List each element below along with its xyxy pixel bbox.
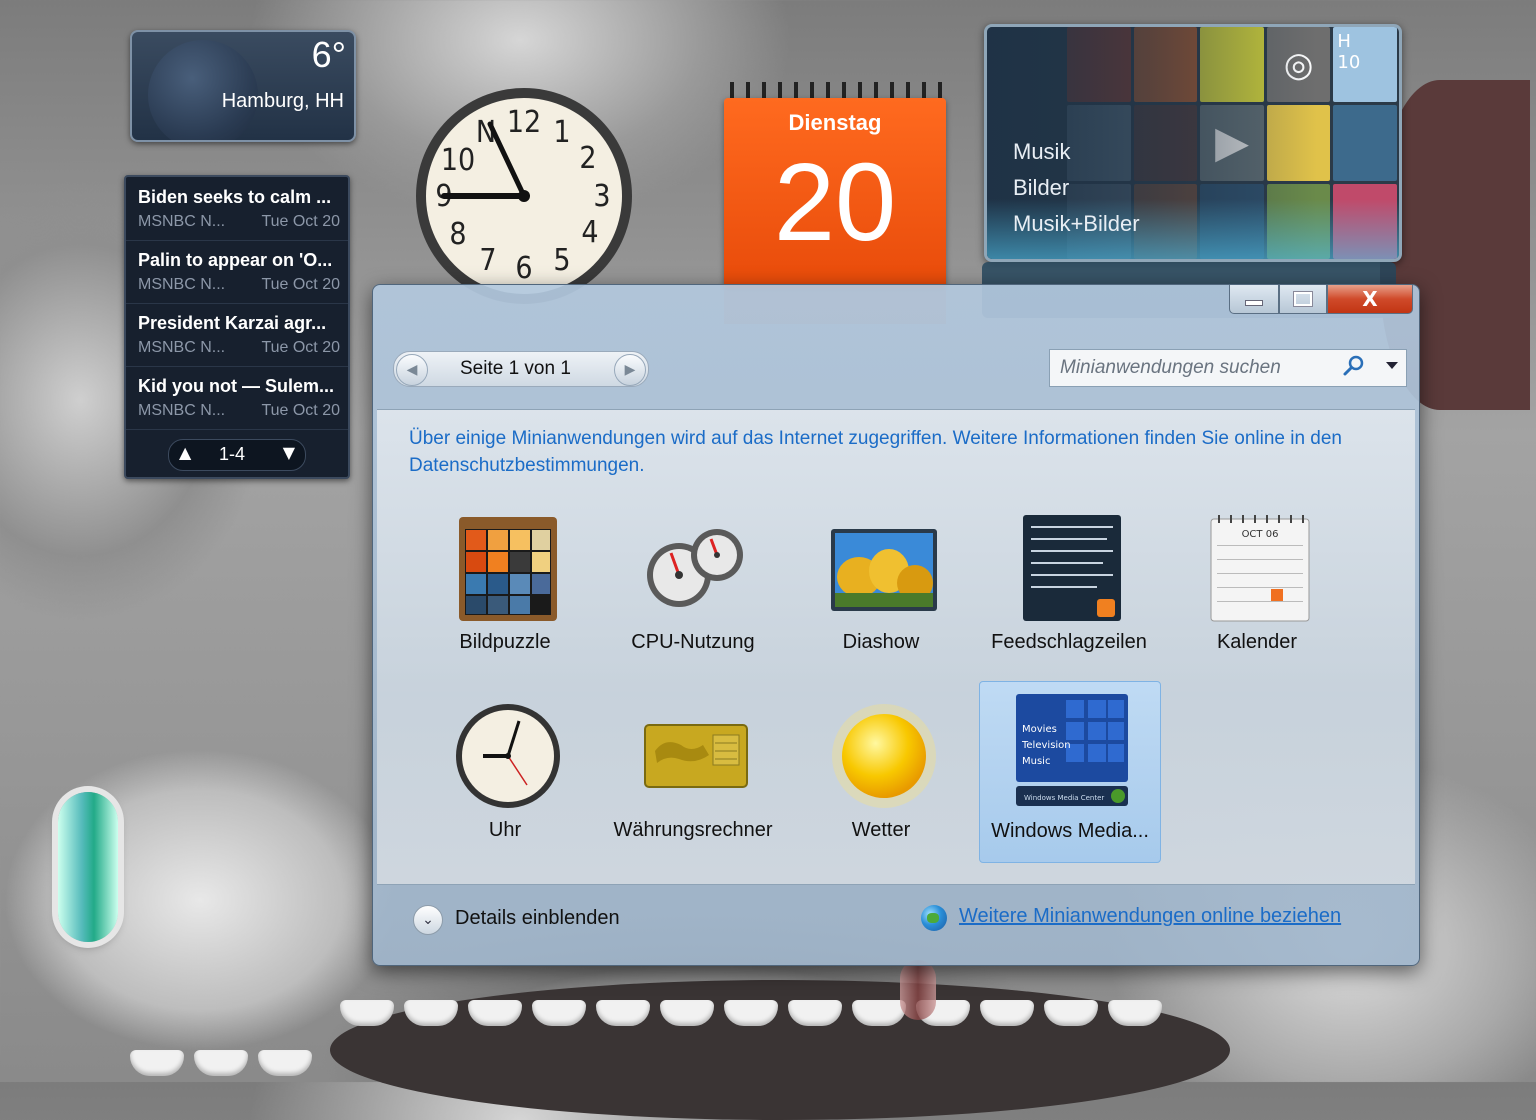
feed-item-date: Tue Oct 20	[261, 402, 340, 419]
chevron-down-icon[interactable]: ⌄	[413, 905, 443, 935]
previous-page-button[interactable]: ◀	[396, 354, 428, 386]
feed-item-title: President Karzai agr...	[138, 313, 327, 333]
gadget-calendar[interactable]: OCT 06 Kalender	[1167, 501, 1347, 677]
gadget-weather[interactable]: Wetter	[791, 689, 971, 865]
calendar-weekday: Dienstag	[788, 110, 882, 135]
calendar-day: 20	[773, 141, 897, 264]
media-label-pictures[interactable]: Bilder	[1013, 175, 1069, 201]
media-icon-television: Television	[1021, 740, 1071, 751]
search-input[interactable]: Minianwendungen suchen	[1060, 357, 1281, 379]
online-gadgets-link[interactable]: Weitere Minianwendungen online beziehen	[959, 905, 1341, 928]
media-label-music-pictures[interactable]: Musik+Bilder	[1013, 211, 1140, 237]
details-label[interactable]: Details einblenden	[455, 907, 620, 930]
gadget-currency[interactable]: Währungsrechner	[603, 689, 783, 865]
media-label-music[interactable]: Musik	[1013, 139, 1070, 165]
media-center-icon: Movies Television Music Windows Media Ce…	[1016, 694, 1128, 806]
next-page-button[interactable]: ▶	[614, 354, 646, 386]
gadget-label: Kalender	[1216, 631, 1298, 653]
gadget-label: CPU-Nutzung	[631, 631, 755, 653]
minimize-button[interactable]	[1229, 285, 1279, 314]
svg-text:7: 7	[479, 243, 496, 278]
svg-text:10: 10	[441, 143, 475, 178]
search-icon[interactable]	[1342, 354, 1366, 378]
feed-headlines-icon	[1023, 515, 1121, 621]
feed-item[interactable]: President Karzai agr... MSNBC N... Tue O…	[126, 303, 348, 367]
media-icon-movies: Movies	[1022, 724, 1057, 735]
gadget-label: Wetter	[851, 819, 911, 841]
feed-item-title: Biden seeks to calm ...	[138, 187, 332, 207]
svg-text:12: 12	[507, 105, 541, 140]
search-dropdown-icon[interactable]	[1386, 362, 1398, 369]
gadget-label: Diashow	[842, 631, 920, 653]
chevron-right-icon: ▶	[624, 362, 636, 378]
feed-item[interactable]: Kid you not — Sulem... MSNBC N... Tue Oc…	[126, 366, 348, 430]
svg-text:8: 8	[449, 217, 466, 252]
maximize-icon	[1293, 291, 1313, 307]
gadget-search-box[interactable]: Minianwendungen suchen	[1049, 349, 1407, 387]
feed-item-date: Tue Oct 20	[261, 339, 340, 356]
gadget-label: Feedschlagzeilen	[991, 631, 1147, 653]
weather-city: Hamburg, HH	[221, 90, 344, 112]
gadget-cpu-meter[interactable]: CPU-Nutzung	[603, 501, 783, 677]
minimize-icon	[1245, 300, 1263, 306]
currency-icon	[644, 724, 748, 788]
clock-icon	[456, 704, 560, 808]
svg-text:2: 2	[579, 141, 596, 176]
slideshow-icon	[831, 529, 937, 611]
maximize-button[interactable]	[1279, 285, 1327, 314]
window-caption-buttons: X	[1229, 285, 1413, 317]
cpu-meter-icon	[647, 529, 743, 607]
feed-item-date: Tue Oct 20	[261, 213, 340, 230]
weather-sun-icon	[832, 704, 936, 808]
feed-next-button[interactable]: ▼	[283, 443, 295, 462]
globe-icon	[921, 905, 947, 931]
page-indicator: Seite 1 von 1	[460, 358, 571, 379]
feed-item-title: Palin to appear on 'O...	[138, 250, 333, 270]
feed-headlines-gadget[interactable]: Biden seeks to calm ... MSNBC N... Tue O…	[124, 175, 350, 479]
svg-text:5: 5	[553, 243, 570, 278]
privacy-info-text[interactable]: Über einige Minianwendungen wird auf das…	[409, 425, 1389, 479]
media-icon-caption: Windows Media Center	[1024, 794, 1104, 802]
gadget-clock[interactable]: Uhr	[415, 689, 595, 865]
gadget-label: Uhr	[488, 819, 522, 841]
weather-temperature: 6°	[311, 34, 346, 75]
svg-text:1: 1	[553, 115, 570, 150]
media-icon-music: Music	[1022, 756, 1050, 767]
feed-item-date: Tue Oct 20	[261, 276, 340, 293]
calendar-icon: OCT 06	[1210, 515, 1310, 622]
media-center-gadget[interactable]: ◎ H 10 ▶ Musik Bilder Musik+Bilder	[984, 24, 1402, 262]
close-button[interactable]: X	[1327, 285, 1413, 314]
gadget-label: Bildpuzzle	[459, 631, 551, 653]
gadget-gallery-window: X ◀ Seite 1 von 1 ▶ Minianwendungen such…	[372, 284, 1420, 966]
weather-gadget[interactable]: 6° Hamburg, HH	[130, 30, 356, 142]
picture-puzzle-icon	[459, 517, 557, 621]
feed-item-title: Kid you not — Sulem...	[138, 376, 335, 396]
calendar-icon-month: OCT 06	[1242, 529, 1279, 540]
gadget-slideshow[interactable]: Diashow	[791, 501, 971, 677]
gadget-label: Währungsrechner	[613, 819, 773, 841]
feed-prev-button[interactable]: ▲	[179, 443, 191, 462]
feed-pager: ▲ 1-4 ▼	[168, 439, 306, 471]
page-navigator: ◀ Seite 1 von 1 ▶	[393, 351, 649, 387]
svg-text:6: 6	[515, 251, 532, 286]
feed-item[interactable]: Palin to appear on 'O... MSNBC N... Tue …	[126, 240, 348, 304]
svg-text:4: 4	[581, 215, 598, 250]
gadget-label: Windows Media...	[991, 820, 1149, 842]
gadget-picture-puzzle[interactable]: Bildpuzzle	[415, 501, 595, 677]
svg-text:3: 3	[593, 179, 610, 214]
gadget-media-center[interactable]: Movies Television Music Windows Media Ce…	[979, 681, 1161, 863]
feed-item-source: MSNBC N...	[138, 402, 226, 419]
feed-item-source: MSNBC N...	[138, 276, 226, 293]
feed-item-source: MSNBC N...	[138, 213, 226, 230]
gadget-feed-headlines[interactable]: Feedschlagzeilen	[979, 501, 1159, 677]
feed-item[interactable]: Biden seeks to calm ... MSNBC N... Tue O…	[126, 177, 348, 241]
clock-gadget[interactable]: 1212 345 678 910N	[412, 84, 636, 308]
chevron-left-icon: ◀	[406, 362, 418, 378]
feed-item-source: MSNBC N...	[138, 339, 226, 356]
feed-range: 1-4	[219, 444, 246, 464]
